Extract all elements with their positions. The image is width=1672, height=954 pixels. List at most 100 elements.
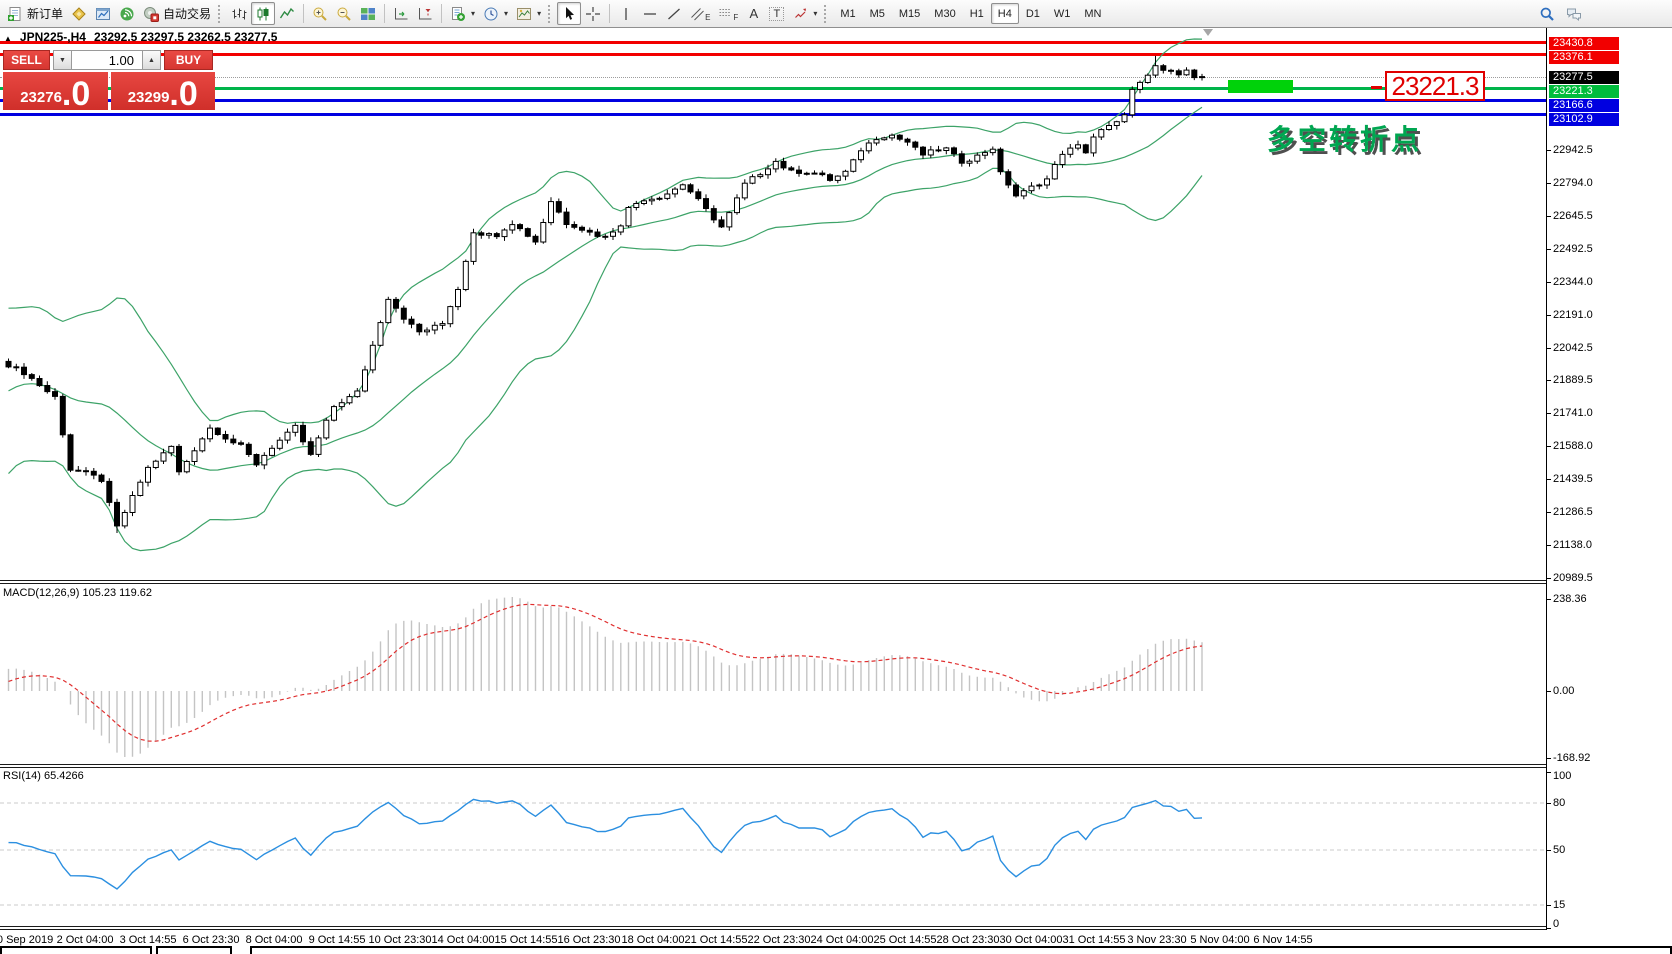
minimized-window-tab[interactable] (0, 946, 152, 954)
timeframe-w1[interactable]: W1 (1047, 3, 1078, 24)
price-level-label: 23430.8 (1549, 37, 1619, 50)
time-tick-label: 31 Oct 14:55 (1063, 934, 1126, 946)
horizontal-level-line[interactable] (0, 53, 1546, 56)
buy-button[interactable]: BUY (164, 50, 213, 70)
volume-decrease-button[interactable]: ▼ (53, 50, 72, 70)
fibonacci-tool-button[interactable]: F (714, 2, 742, 25)
price-callout-label[interactable]: 23221.3 (1385, 71, 1485, 101)
crosshair-tool-button[interactable] (581, 2, 605, 25)
collapse-triangle-icon: ▲ (4, 34, 12, 43)
horizontal-level-line[interactable] (0, 77, 1546, 78)
chart-shift-icon (417, 6, 433, 22)
time-tick-label: 30 Oct 04:00 (1000, 934, 1063, 946)
main-chart-canvas[interactable] (0, 28, 1546, 580)
text-label-tool-button[interactable]: T (765, 2, 788, 25)
axis-tick-mark (1546, 348, 1551, 349)
timeframe-m15[interactable]: M15 (892, 3, 927, 24)
toolbar-separator (609, 4, 610, 23)
time-tick-label: 6 Oct 23:30 (183, 934, 240, 946)
fibonacci-sub-label: F (733, 13, 738, 22)
auto-scroll-icon (393, 6, 409, 22)
candlestick-chart-button[interactable] (251, 2, 275, 25)
autotrading-button[interactable]: 自动交易 (139, 2, 215, 25)
auto-scroll-button[interactable] (389, 2, 413, 25)
axis-tick-mark (1546, 249, 1551, 250)
search-button[interactable] (1535, 2, 1559, 25)
time-tick-label: 24 Oct 04:00 (811, 934, 874, 946)
label-tool-glyph: T (769, 7, 784, 21)
chart-shift-marker[interactable] (1203, 29, 1213, 36)
channel-sub-label: E (705, 13, 710, 22)
horizontal-level-line[interactable] (0, 87, 1546, 90)
axis-tick-mark (1546, 479, 1551, 480)
price-tick-label: 22645.5 (1553, 210, 1593, 222)
buy-price-tile[interactable]: 23299.0 (111, 72, 216, 110)
indicators-menu-button[interactable]: ▾ (446, 2, 479, 25)
arrows-icon (792, 6, 808, 22)
zoom-in-button[interactable] (308, 2, 332, 25)
signals-button[interactable] (115, 2, 139, 25)
panel-separator[interactable] (0, 764, 1546, 765)
macd-label: MACD(12,26,9) 105.23 119.62 (3, 587, 152, 599)
bar-chart-button[interactable] (227, 2, 251, 25)
sell-price-tile[interactable]: 23276.0 (3, 72, 108, 110)
axis-tick-mark (1546, 183, 1551, 184)
rsi-tick-label: 80 (1553, 797, 1565, 809)
chart-shift-button[interactable] (413, 2, 437, 25)
price-callout-dash (1371, 86, 1382, 89)
chevron-down-icon: ▾ (537, 9, 541, 18)
volume-increase-button[interactable]: ▲ (142, 50, 161, 70)
timeframe-h1[interactable]: H1 (963, 3, 991, 24)
minimized-window-tab[interactable] (250, 946, 1672, 954)
metaeditor-button[interactable] (67, 2, 91, 25)
chart-window-button[interactable] (91, 2, 115, 25)
volume-input[interactable] (72, 50, 142, 70)
timeframe-d1[interactable]: D1 (1019, 3, 1047, 24)
timeframe-m30[interactable]: M30 (927, 3, 962, 24)
periods-menu-button[interactable]: ▾ (479, 2, 512, 25)
equidistant-channel-tool-button[interactable]: E (686, 2, 714, 25)
new-order-button[interactable]: 新订单 (3, 2, 67, 25)
time-tick-label: 10 Oct 23:30 (369, 934, 432, 946)
cursor-tool-button[interactable] (557, 2, 581, 25)
timeframe-mn[interactable]: MN (1077, 3, 1108, 24)
axis-tick-mark (1546, 282, 1551, 283)
ohlc-values: 23292.5 23297.5 23262.5 23277.5 (94, 30, 278, 44)
rsi-panel[interactable] (0, 768, 1546, 930)
tile-windows-button[interactable] (356, 2, 380, 25)
timeframe-m1[interactable]: M1 (833, 3, 862, 24)
horizontal-level-line[interactable] (0, 113, 1546, 116)
rsi-label: RSI(14) 65.4266 (3, 770, 84, 782)
axis-tick-mark (1546, 691, 1551, 692)
sell-price-frac: .0 (62, 78, 90, 110)
price-level-label: 23376.1 (1549, 51, 1619, 64)
time-tick-label: 3 Oct 14:55 (120, 934, 177, 946)
zoom-out-button[interactable] (332, 2, 356, 25)
vertical-line-tool-button[interactable] (614, 2, 638, 25)
macd-panel[interactable] (0, 584, 1546, 764)
templates-menu-button[interactable]: ▾ (512, 2, 545, 25)
time-axis[interactable]: 30 Sep 20192 Oct 04:003 Oct 14:556 Oct 2… (0, 931, 1672, 947)
indicators-icon (450, 6, 466, 22)
text-tool-button[interactable]: A (742, 2, 765, 25)
annotation-text[interactable]: 多空转折点 (1267, 118, 1422, 158)
horizontal-level-line[interactable] (0, 99, 1546, 102)
rsi-tick-label: 15 (1553, 899, 1565, 911)
sell-button[interactable]: SELL (3, 50, 50, 70)
line-chart-button[interactable] (275, 2, 299, 25)
time-tick-label: 30 Sep 2019 (0, 934, 53, 946)
toolbar-separator (441, 4, 442, 23)
minimized-window-tab[interactable] (156, 946, 232, 954)
panel-separator[interactable] (0, 580, 1546, 581)
axis-tick-mark (1546, 380, 1551, 381)
timeframe-m5[interactable]: M5 (863, 3, 892, 24)
trendline-tool-button[interactable] (662, 2, 686, 25)
chat-icon (1566, 6, 1582, 22)
timeframe-h4[interactable]: H4 (991, 3, 1019, 24)
horizontal-line-icon (642, 6, 658, 22)
highlight-rectangle[interactable] (1228, 80, 1293, 93)
arrows-menu-button[interactable]: ▾ (788, 2, 821, 25)
time-tick-label: 25 Oct 14:55 (874, 934, 937, 946)
chat-button[interactable] (1562, 2, 1586, 25)
horizontal-line-tool-button[interactable] (638, 2, 662, 25)
